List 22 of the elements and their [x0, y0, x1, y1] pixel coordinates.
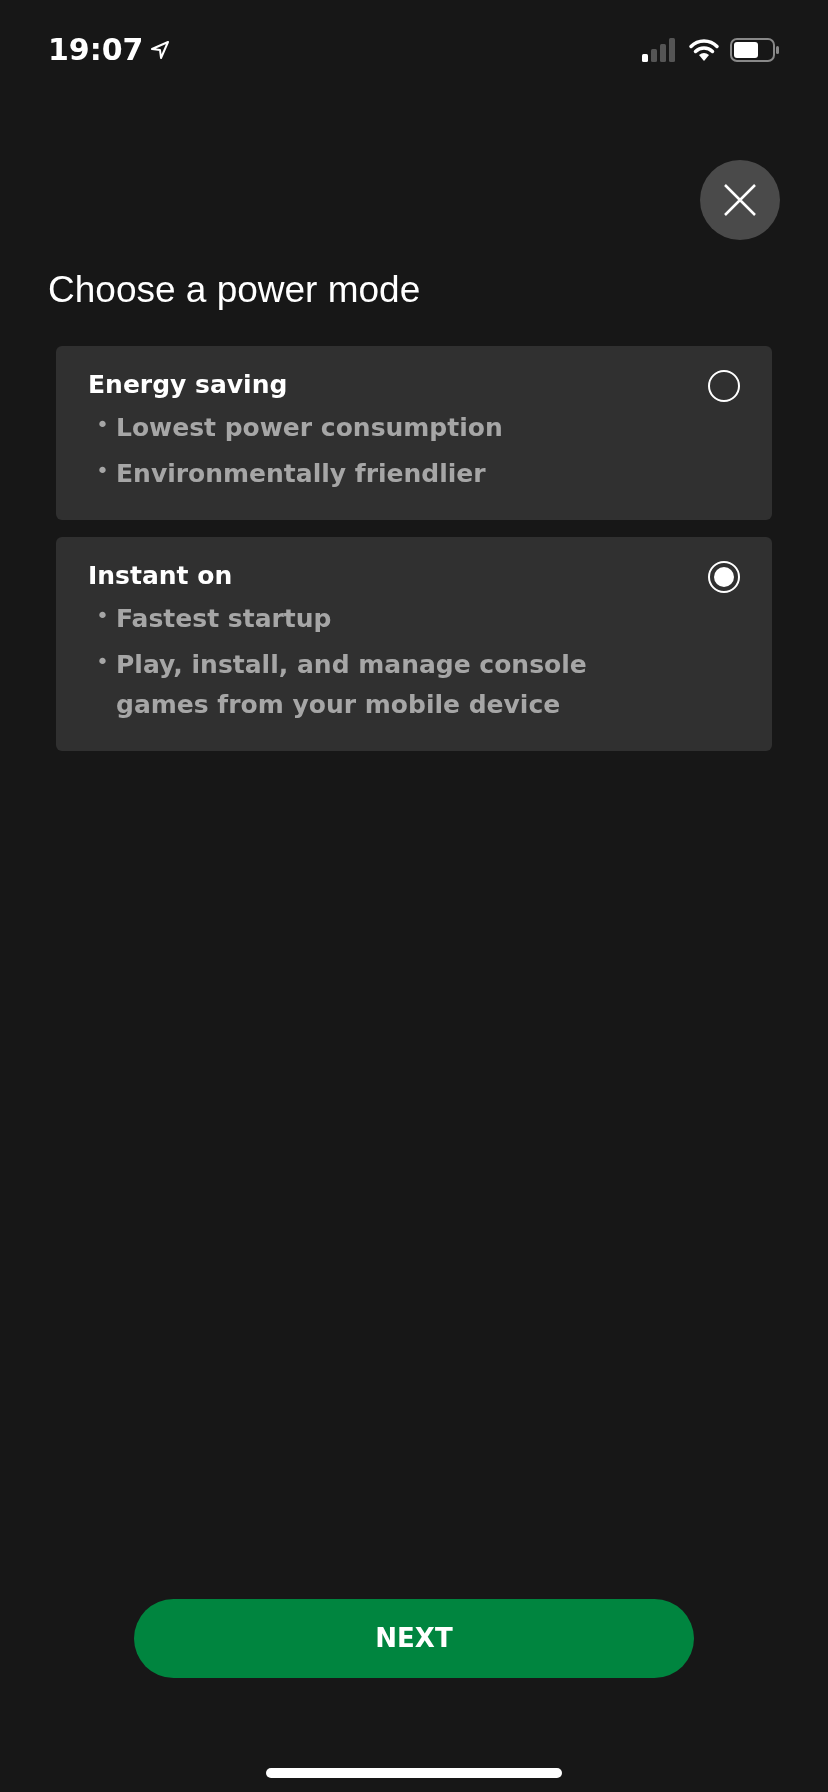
option-feature: Environmentally friendlier — [116, 457, 486, 490]
clock-time: 19:07 — [48, 35, 144, 65]
radio-button[interactable] — [708, 560, 740, 593]
bullet-mark: • — [95, 601, 110, 630]
power-option-card[interactable]: Energy saving • Lowest power consumption • Environmentally friendlier — [56, 345, 772, 520]
bullet-mark: • — [95, 456, 110, 485]
bullet-mark: • — [95, 647, 110, 676]
page-title: Choose a power mode — [48, 268, 422, 312]
close-icon — [723, 183, 757, 217]
option-title: Energy saving — [88, 368, 289, 401]
location-arrow-icon — [149, 40, 170, 60]
battery-icon — [730, 38, 780, 62]
bullet-mark: • — [95, 410, 110, 439]
option-feature: Lowest power consumption — [116, 411, 503, 444]
radio-button[interactable] — [708, 369, 740, 402]
wifi-icon — [688, 38, 720, 62]
next-button[interactable]: NEXT — [134, 1599, 694, 1678]
option-feature: Fastest startup — [116, 602, 332, 635]
option-title: Instant on — [88, 559, 234, 592]
power-option-card[interactable]: Instant on • Fastest startup • Play, install, and manage console games from your mobile device — [56, 536, 772, 751]
option-feature: Play, install, and manage console games from your mobile device — [116, 648, 588, 721]
signal-icon — [642, 38, 678, 62]
